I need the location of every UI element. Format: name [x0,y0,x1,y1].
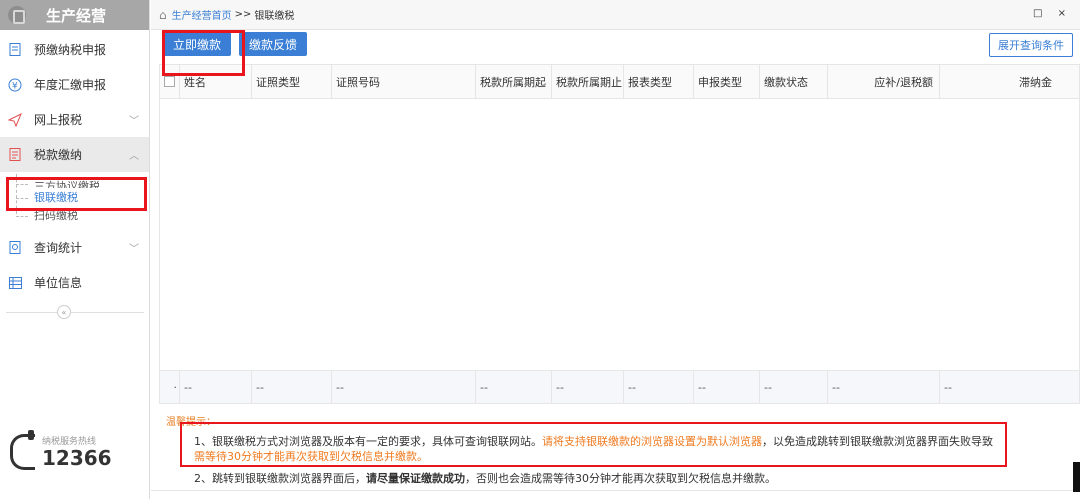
footer-cell: -- [828,371,940,403]
column-header[interactable]: 滞纳金 [940,65,1058,98]
svg-text:¥: ¥ [12,81,18,91]
tax-payment-submenu: 三方协议缴税 银联缴税 扫码缴税 [0,174,149,224]
notice-text: 1、银联缴税方式对浏览器及版本有一定的要求，具体可查询银联网站。 [194,435,542,448]
footer-cell: -- [476,371,552,403]
footer-cell: -- [760,371,828,403]
document-icon [8,43,22,57]
sidebar-title: 生产经营 [46,6,107,25]
sidebar-item-label: 查询统计 [34,241,83,255]
column-header[interactable]: 报表类型 [624,65,694,98]
notice-text: 2、跳转到银联缴款浏览器界面后， [194,472,366,485]
payment-feedback-button[interactable]: 缴款反馈 [239,32,308,56]
submenu-item-tripartite-payment[interactable]: 三方协议缴税 [0,174,149,188]
sidebar-item-unit-info[interactable]: 单位信息 [0,265,149,300]
column-header[interactable]: 姓名 [180,65,252,98]
table-body [160,99,1079,368]
notice-section: 温馨提示： 1、银联缴税方式对浏览器及版本有一定的要求，具体可查询银联网站。请将… [166,413,1026,486]
sidebar-item-label: 税款缴纳 [34,148,83,162]
sidebar-header: 生产经营 [0,0,149,30]
footer-cell: -- [252,371,332,403]
yen-icon: ¥ [8,78,22,92]
pay-now-button[interactable]: 立即缴款 [163,32,232,56]
breadcrumb-home-link[interactable]: 生产经营首页 [172,7,232,22]
footer-marker: · [160,371,180,403]
window-controls[interactable]: □ × [1033,8,1072,19]
sidebar-item-label: 年度汇缴申报 [34,78,107,92]
notice-warning-text: 请将支持银联缴款的浏览器设置为默认浏览器 [542,435,762,448]
expand-query-button[interactable]: 展开查询条件 [989,33,1073,57]
sidebar-collapse-button[interactable]: « [0,302,150,322]
sidebar-item-label: 网上报税 [34,113,83,127]
column-header[interactable]: 税款所属期止 [552,65,624,98]
table-footer-row: · -- -- -- -- -- -- -- -- -- -- [160,370,1079,403]
breadcrumb-separator: >> [234,9,252,20]
sidebar-item-label: 预缴纳税申报 [34,43,107,57]
send-icon [8,112,22,127]
column-header[interactable]: 应补/退税额 [828,65,940,98]
footer-cell: -- [694,371,760,403]
breadcrumb: ⌂ 生产经营首页 >> 银联缴税 □ × [151,0,1080,30]
notice-title: 温馨提示： [166,417,216,428]
sidebar-item-label: 单位信息 [34,276,83,290]
hotline-number: 12366 [42,446,112,470]
column-header[interactable]: 缴款状态 [760,65,828,98]
service-hotline: 纳税服务热线 12366 [6,428,146,472]
notice-line-1: 1、银联缴税方式对浏览器及版本有一定的要求，具体可查询银联网站。请将支持银联缴款… [166,434,1026,464]
query-icon [8,241,22,255]
text-cursor [1073,462,1080,492]
divider [151,490,1080,491]
sidebar-item-query-statistics[interactable]: 查询统计 ﹀ [0,230,149,265]
toolbar: 立即缴款 缴款反馈 [163,32,315,60]
chevron-up-icon: ︿ [129,151,139,162]
sidebar-item-tax-payment[interactable]: 税款缴纳 ︿ [0,137,149,172]
divider [6,312,144,313]
sidebar-item-prepay-declaration[interactable]: 预缴纳税申报 [0,32,149,67]
notice-line-2: 2、跳转到银联缴款浏览器界面后，请尽量保证缴款成功，否则也会造成需等待30分钟才… [166,471,1026,486]
notice-warning-text: 需等待30分钟才能再次获取到欠税信息并缴款。 [194,450,428,463]
submenu-item-unionpay-payment[interactable]: 银联缴税 [0,188,149,206]
chevron-down-icon: ﹀ [129,244,139,255]
phone-icon [6,428,38,470]
sidebar-item-annual-declaration[interactable]: ¥ 年度汇缴申报 [0,67,149,102]
info-list-icon [8,276,22,290]
select-all-cell [160,65,180,98]
payment-table: 姓名 证照类型 证照号码 税款所属期起 税款所属期止 报表类型 申报类型 缴款状… [159,64,1080,404]
column-header[interactable]: 申报类型 [694,65,760,98]
column-header[interactable]: 证照号码 [332,65,476,98]
sidebar-logo-icon [8,6,26,24]
invoice-icon [8,148,22,162]
column-header[interactable]: 证照类型 [252,65,332,98]
notice-text: ，否则也会造成需等待30分钟才能再次获取到欠税信息并缴款。 [465,472,776,485]
notice-text: ，以免造成跳转到银联缴款浏览器界面失败导致 [762,435,993,448]
main-panel: ⌂ 生产经营首页 >> 银联缴税 □ × 立即缴款 缴款反馈 展开查询条件 姓名… [151,0,1080,499]
sidebar: 生产经营 预缴纳税申报 ¥ 年度汇缴申报 网上报税 ﹀ 税款缴纳 ︿ 三方协议缴… [0,0,150,499]
sidebar-item-online-filing[interactable]: 网上报税 ﹀ [0,102,149,137]
table-header: 姓名 证照类型 证照号码 税款所属期起 税款所属期止 报表类型 申报类型 缴款状… [160,65,1079,99]
notice-bold-text: 请尽量保证缴款成功 [366,472,465,485]
column-header[interactable]: 税款所属期起 [476,65,552,98]
breadcrumb-current: 银联缴税 [254,11,295,22]
home-icon[interactable]: ⌂ [159,8,167,22]
select-all-checkbox[interactable] [164,76,175,87]
footer-cell: -- [552,371,624,403]
footer-cell: -- [624,371,694,403]
chevron-down-icon: ﹀ [129,116,139,127]
footer-cell: -- [332,371,476,403]
submenu-item-qr-payment[interactable]: 扫码缴税 [0,206,149,224]
app-window: 生产经营 预缴纳税申报 ¥ 年度汇缴申报 网上报税 ﹀ 税款缴纳 ︿ 三方协议缴… [0,0,1080,499]
double-chevron-left-icon: « [57,305,71,319]
footer-cell: -- [180,371,252,403]
footer-cell: -- [944,380,952,394]
